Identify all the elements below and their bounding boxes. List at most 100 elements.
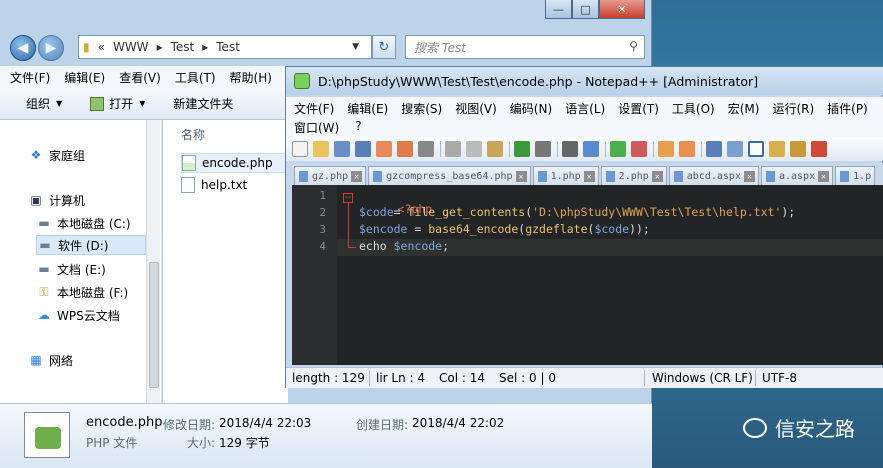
column-header-name[interactable]: 名称	[181, 126, 205, 143]
paste-icon[interactable]	[487, 141, 503, 157]
close-tab-icon[interactable]: ✕	[515, 170, 527, 182]
npp-menu-search[interactable]: 搜索(S)	[401, 100, 442, 117]
replace-icon[interactable]	[583, 141, 599, 157]
close-tab-icon[interactable]: ✕	[351, 170, 363, 182]
breadcrumb-test[interactable]: Test	[171, 40, 195, 54]
sync-vertical-icon[interactable]	[658, 141, 674, 157]
npp-menu-view[interactable]: 视图(V)	[455, 100, 497, 117]
nav-drive-c[interactable]: ▬ 本地磁盘 (C:)	[36, 213, 130, 233]
npp-menu-edit[interactable]: 编辑(E)	[347, 100, 388, 117]
dropdown-arrow-icon: ▼	[56, 99, 63, 108]
code-line-3: $encode = base64_encode(gzdeflate($code)…	[359, 222, 650, 236]
macro-record-icon[interactable]	[811, 141, 827, 157]
forward-button[interactable]: ▶	[38, 35, 64, 61]
npp-menu-settings[interactable]: 设置(T)	[618, 100, 659, 117]
tab-1-php[interactable]: 1.php ✕	[532, 166, 599, 185]
nav-wps-cloud[interactable]: ☁ WPS云文档	[36, 305, 120, 325]
code-op: ;	[442, 239, 450, 253]
npp-menu-tools[interactable]: 工具(O)	[672, 100, 715, 117]
code-editor[interactable]: 1 2 3 4 − <?php $code= file_get_contents…	[292, 185, 883, 365]
close-tab-icon[interactable]: ✕	[743, 170, 755, 182]
new-file-icon[interactable]	[292, 141, 308, 157]
close-button[interactable]: ✕	[599, 0, 645, 19]
maximize-button[interactable]: □	[572, 0, 599, 19]
line-number: 2	[319, 206, 326, 219]
notepad-titlebar[interactable]: D:\phpStudy\WWW\Test\Test\encode.php - N…	[286, 67, 883, 95]
undo-icon[interactable]	[514, 141, 530, 157]
tab-label: gz.php	[312, 170, 349, 182]
indent-guide-icon[interactable]	[748, 141, 764, 157]
npp-menu-encoding[interactable]: 编码(N)	[510, 100, 552, 117]
close-all-icon[interactable]	[397, 141, 413, 157]
file-item[interactable]: help.txt	[181, 175, 247, 195]
nav-network[interactable]: ▦ 网络	[28, 350, 73, 370]
npp-menu-macro[interactable]: 宏(M)	[728, 100, 760, 117]
function-list-icon[interactable]	[790, 141, 806, 157]
fold-collapse-icon[interactable]: −	[343, 193, 353, 203]
cut-icon[interactable]	[445, 141, 461, 157]
menu-help[interactable]: 帮助(H)	[230, 69, 272, 86]
file-item[interactable]: encode.php	[181, 153, 291, 173]
copy-icon[interactable]	[466, 141, 482, 157]
new-folder-button[interactable]: 新建文件夹	[173, 95, 233, 112]
npp-menu-plugins[interactable]: 插件(P)	[827, 100, 868, 117]
close-file-icon[interactable]	[376, 141, 392, 157]
word-wrap-icon[interactable]	[706, 141, 722, 157]
nav-network-label: 网络	[49, 353, 74, 368]
zoom-in-icon[interactable]	[610, 141, 626, 157]
find-icon[interactable]	[562, 141, 578, 157]
nav-drive-e[interactable]: ▬ 文档 (E:)	[36, 259, 105, 279]
sync-horizontal-icon[interactable]	[679, 141, 695, 157]
redo-icon[interactable]	[535, 141, 551, 157]
address-dropdown-icon[interactable]: ▼	[352, 42, 359, 52]
minimize-button[interactable]: —	[545, 0, 572, 19]
doc-map-icon[interactable]	[769, 141, 785, 157]
npp-menu-file[interactable]: 文件(F)	[294, 100, 334, 117]
open-file-icon[interactable]	[313, 141, 329, 157]
save-all-icon[interactable]	[355, 141, 371, 157]
nav-homegroup[interactable]: ❖ 家庭组	[28, 145, 85, 165]
search-input[interactable]: 搜索 Test ⚲	[405, 35, 645, 59]
toolbar-separator	[509, 141, 510, 157]
menu-file[interactable]: 文件(F)	[10, 69, 50, 86]
menu-tools[interactable]: 工具(T)	[175, 69, 216, 86]
print-icon[interactable]	[418, 141, 434, 157]
detail-size-label: 大小:	[187, 436, 216, 450]
code-var: $encode	[393, 239, 443, 253]
breadcrumb-test2[interactable]: Test	[216, 40, 240, 54]
npp-menu-run[interactable]: 运行(R)	[772, 100, 814, 117]
close-tab-icon[interactable]: ✕	[583, 170, 595, 182]
save-icon[interactable]	[334, 141, 350, 157]
nav-scrollbar[interactable]	[146, 120, 160, 403]
menu-edit[interactable]: 编辑(E)	[64, 69, 105, 86]
breadcrumb-www[interactable]: WWW	[113, 40, 149, 54]
show-all-chars-icon[interactable]	[727, 141, 743, 157]
address-bar[interactable]: ▮ « WWW ▸ Test ▸ Test ▼	[78, 35, 372, 59]
menu-view[interactable]: 查看(V)	[119, 69, 161, 86]
tab-2-php[interactable]: 2.php ✕	[600, 166, 667, 185]
refresh-button[interactable]: ↻	[372, 35, 396, 59]
nav-computer[interactable]: ▣ 计算机	[28, 190, 85, 210]
scrollbar-thumb[interactable]	[149, 262, 159, 388]
address-prefix[interactable]: «	[98, 40, 105, 54]
details-pane: encode.php PHP 文件 修改日期: 2018/4/4 22:03 大…	[0, 403, 652, 468]
tab-abcd-aspx[interactable]: abcd.aspx ✕	[668, 166, 759, 185]
tab-gzcompress[interactable]: gzcompress_base64.php ✕	[368, 166, 531, 185]
tab-gz-php[interactable]: gz.php ✕	[294, 166, 367, 185]
close-tab-icon[interactable]: ✕	[818, 170, 830, 182]
address-row: ◀ ▶ ▮ « WWW ▸ Test ▸ Test ▼ ↻ 搜索 Test ⚲	[0, 30, 652, 62]
status-separator	[755, 370, 756, 386]
tab-1p[interactable]: 1.p	[835, 166, 876, 185]
nav-drive-f[interactable]: ⚿ 本地磁盘 (F:)	[36, 282, 128, 302]
back-button[interactable]: ◀	[10, 35, 36, 61]
npp-menu-window[interactable]: 窗口(W)	[294, 119, 339, 136]
npp-menu-help[interactable]: ?	[355, 119, 361, 136]
search-icon[interactable]: ⚲	[629, 39, 638, 53]
npp-menu-language[interactable]: 语言(L)	[565, 100, 605, 117]
close-tab-icon[interactable]: ✕	[651, 170, 663, 182]
open-button[interactable]: 打开 ▼	[90, 95, 145, 112]
tab-a-aspx[interactable]: a.aspx ✕	[760, 166, 834, 185]
nav-drive-d[interactable]: ▬ 软件 (D:)	[36, 235, 146, 255]
zoom-out-icon[interactable]	[631, 141, 647, 157]
organize-button[interactable]: 组织 ▼	[26, 95, 62, 112]
